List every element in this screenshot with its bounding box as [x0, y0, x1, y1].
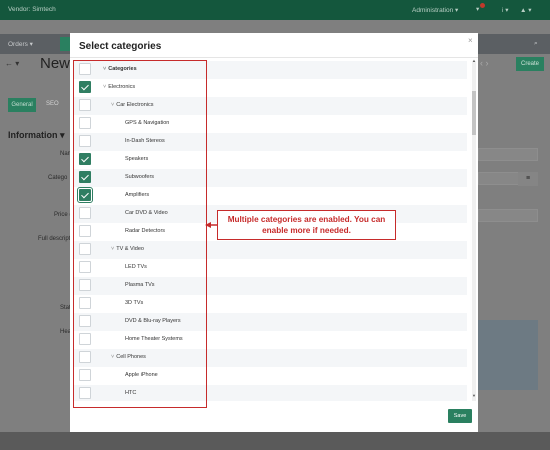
close-icon[interactable]: × [468, 36, 473, 45]
save-button[interactable]: Save [448, 409, 472, 423]
category-input[interactable] [478, 172, 520, 185]
category-label: Catego [48, 175, 68, 181]
create-button[interactable]: Create [516, 57, 544, 71]
vendor-brand-link[interactable]: Vendor: Simtech [8, 6, 56, 13]
help-icon[interactable]: i ▾ [502, 6, 509, 14]
prev-next-arrows[interactable]: ‹ › [480, 58, 489, 68]
scroll-up-arrow-icon[interactable]: ▲ [472, 58, 476, 63]
tab-seo[interactable]: SEO [46, 101, 59, 107]
category-list-button[interactable]: ≡ [518, 172, 538, 186]
price-label: Price ( [54, 212, 72, 218]
notifications-icon[interactable]: ▾ [476, 3, 485, 13]
back-button[interactable]: ← ▾ [5, 59, 19, 68]
top-navbar: Vendor: Simtech Administration ▾ ▾ i ▾ ▲… [0, 0, 550, 20]
scrollbar-thumb[interactable] [472, 91, 476, 135]
page-footer [0, 432, 550, 450]
search-icon[interactable]: ⌕ [534, 40, 538, 48]
administration-menu[interactable]: Administration ▾ [412, 6, 458, 14]
user-icon[interactable]: ▲ ▾ [520, 6, 532, 14]
modal-divider [70, 57, 478, 58]
name-input[interactable] [478, 148, 538, 161]
scroll-down-arrow-icon[interactable]: ▼ [472, 393, 476, 398]
notification-dot [480, 3, 485, 8]
information-heading[interactable]: Information ▾ [8, 130, 65, 141]
tab-general[interactable]: General [8, 98, 36, 112]
orders-menu[interactable]: Orders ▾ [8, 40, 33, 48]
modal-title: Select categories [79, 41, 162, 52]
full-description-label: Full descript [38, 236, 71, 242]
price-input[interactable] [478, 209, 538, 222]
highlight-box [73, 60, 207, 408]
side-panel [478, 320, 538, 390]
annotation-callout: Multiple categories are enabled. You can… [217, 210, 396, 240]
